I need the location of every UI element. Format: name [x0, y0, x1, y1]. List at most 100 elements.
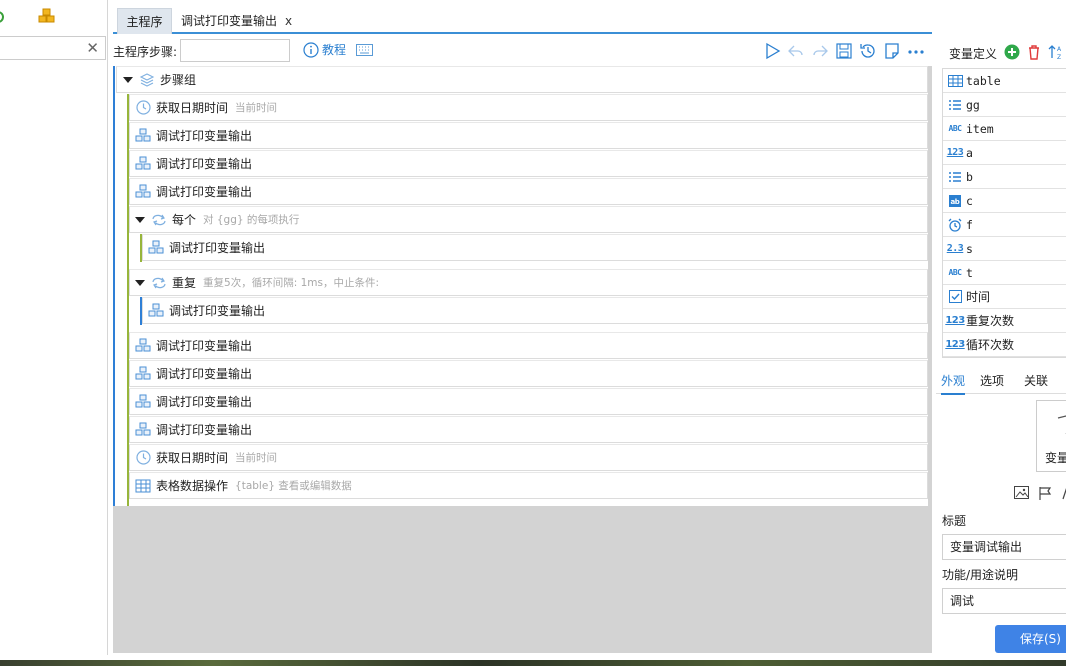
icon-preview[interactable]: 变量: [1036, 400, 1066, 472]
alarm-icon: [947, 218, 963, 232]
step-row[interactable]: 调试打印变量输出: [129, 122, 928, 149]
repeat-loop-row[interactable]: 重复 重复5次，循环间隔: 1ms，中止条件:: [129, 269, 928, 296]
desc-input[interactable]: 调试: [942, 588, 1066, 614]
close-tab-icon[interactable]: x: [285, 14, 292, 28]
var-item[interactable]: 123 循环次数: [943, 333, 1066, 357]
run-icon[interactable]: [763, 42, 781, 60]
group-bar: [113, 66, 115, 506]
var-item[interactable]: ab c: [943, 189, 1066, 213]
step-group-row[interactable]: 步骤组: [116, 66, 928, 93]
step-name: 获取日期时间: [156, 101, 229, 115]
add-icon[interactable]: [1004, 44, 1020, 60]
desktop-strip: [0, 660, 1066, 666]
var-item[interactable]: 123 a: [943, 141, 1066, 165]
step-row[interactable]: 获取日期时间 当前时间: [129, 444, 928, 471]
tab-debug-label: 调试打印变量输出: [181, 14, 278, 28]
number-icon: 123: [945, 339, 965, 350]
var-name: a: [966, 145, 973, 160]
keyboard-icon[interactable]: [356, 44, 373, 59]
property-tabs: 外观 选项 关联: [936, 368, 1066, 395]
var-name: b: [966, 169, 973, 184]
each-label: 每个: [172, 213, 197, 227]
collapse-caret-icon[interactable]: [135, 216, 145, 223]
step-row[interactable]: 表格数据操作 {table} 查看或编辑数据: [129, 472, 928, 499]
var-item[interactable]: 时间: [943, 285, 1066, 309]
refresh-icon[interactable]: [0, 10, 6, 24]
brush-icon[interactable]: [1062, 486, 1066, 503]
desc-label: 功能/用途说明: [942, 568, 1019, 582]
tutorial-link[interactable]: 教程: [303, 41, 346, 58]
var-name: t: [966, 265, 973, 280]
collapse-caret-icon[interactable]: [135, 279, 145, 286]
save-icon[interactable]: [835, 42, 853, 60]
title-input[interactable]: 变量调试输出: [942, 534, 1066, 560]
var-item[interactable]: 2.3 s: [943, 237, 1066, 261]
step-name: 调试打印变量输出: [156, 339, 253, 353]
clear-icon[interactable]: ✕: [86, 39, 99, 57]
var-item[interactable]: f: [943, 213, 1066, 237]
cubes-icon[interactable]: [38, 8, 56, 24]
undo-icon[interactable]: [787, 42, 805, 60]
preview-text: 变量: [1045, 451, 1066, 465]
clock-icon: [135, 450, 151, 466]
save-button[interactable]: 保存(S): [995, 625, 1066, 653]
redo-icon[interactable]: [811, 42, 829, 60]
var-def-title: 变量定义: [949, 47, 998, 61]
title-label: 标题: [942, 514, 967, 528]
delete-icon[interactable]: [1026, 44, 1042, 60]
step-search-input[interactable]: [180, 39, 290, 62]
tab-debug-print[interactable]: 调试打印变量输出 x: [173, 8, 300, 34]
editor-toolbar: 主程序步骤: 教程: [113, 38, 932, 64]
var-item[interactable]: table: [943, 69, 1066, 93]
step-row[interactable]: 调试打印变量输出: [129, 178, 928, 205]
step-desc: 当前时间: [235, 452, 278, 464]
left-toolbar: [0, 0, 107, 34]
table-icon: [135, 478, 151, 494]
step-row[interactable]: 调试打印变量输出: [142, 297, 928, 324]
var-name: gg: [966, 97, 980, 112]
left-panel: ✕: [0, 0, 108, 655]
flag-icon[interactable]: [1038, 486, 1052, 503]
tab-appearance[interactable]: 外观: [941, 372, 966, 395]
var-item[interactable]: gg: [943, 93, 1066, 117]
step-name: 调试打印变量输出: [156, 423, 253, 437]
loop-icon: [151, 212, 167, 228]
step-name: 调试打印变量输出: [156, 367, 253, 381]
text-field-icon: ab: [947, 194, 963, 208]
step-row[interactable]: 获取日期时间 当前时间: [129, 94, 928, 121]
step-row[interactable]: 调试打印变量输出: [129, 416, 928, 443]
list-icon: [947, 98, 963, 112]
left-search-input[interactable]: ✕: [0, 36, 106, 60]
step-row[interactable]: 调试打印变量输出: [129, 388, 928, 415]
tab-relations[interactable]: 关联: [1024, 372, 1048, 389]
image-icon[interactable]: [1014, 486, 1029, 502]
var-name: s: [966, 241, 973, 256]
note-icon[interactable]: [883, 42, 901, 60]
loop-icon: [151, 275, 167, 291]
cubes-icon: [135, 156, 151, 172]
step-name: 调试打印变量输出: [156, 129, 253, 143]
var-item[interactable]: 123 重复次数: [943, 309, 1066, 333]
shield-icon: [1057, 415, 1066, 434]
each-loop-row[interactable]: 每个 对 {gg} 的每项执行: [129, 206, 928, 233]
repeat-label: 重复: [172, 276, 197, 290]
info-icon: [303, 41, 319, 58]
flow-canvas: 步骤组 获取日期时间 当前时间 调试打印变量输出 调试打印变量输出 调试打印变量…: [113, 66, 932, 653]
tab-options[interactable]: 选项: [980, 372, 1004, 389]
more-icon[interactable]: [907, 42, 925, 60]
sort-icon[interactable]: AZ: [1048, 44, 1064, 61]
var-item[interactable]: ABC t: [943, 261, 1066, 285]
history-icon[interactable]: [859, 42, 877, 60]
step-row[interactable]: 调试打印变量输出: [129, 150, 928, 177]
collapse-caret-icon[interactable]: [123, 76, 133, 83]
step-row[interactable]: 调试打印变量输出: [129, 360, 928, 387]
step-row[interactable]: 调试打印变量输出: [129, 332, 928, 359]
var-item[interactable]: b: [943, 165, 1066, 189]
tab-main[interactable]: 主程序: [117, 8, 172, 34]
step-row[interactable]: 调试打印变量输出: [142, 234, 928, 261]
right-panel: 变量定义 AZ table gg ABC item 123 a b ab c f…: [936, 0, 1066, 666]
abc-icon: ABC: [948, 124, 962, 133]
var-item[interactable]: ABC item: [943, 117, 1066, 141]
app-window: { "tabs": {"main": "主程序", "debug": "调试打印…: [0, 0, 1066, 666]
step-desc: 当前时间: [235, 102, 278, 114]
